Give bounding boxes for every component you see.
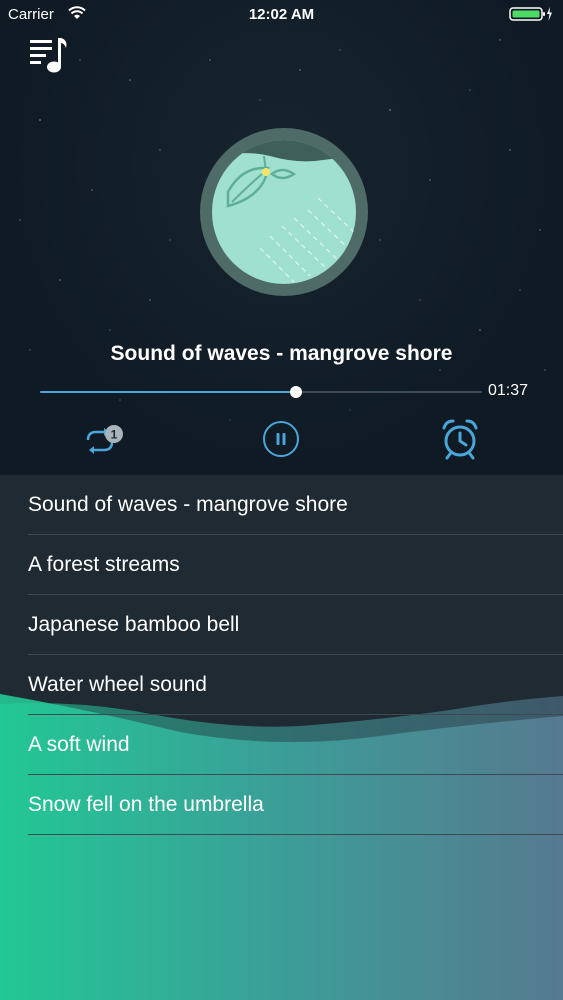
track-item-3[interactable]: Japanese bamboo bell [28,595,563,655]
progress-slider[interactable] [40,385,482,399]
progress-knob[interactable] [290,386,303,398]
pause-button[interactable] [262,420,300,458]
repeat-count-badge: 1 [111,428,118,442]
track-item-4[interactable]: Water wheel sound [28,655,563,715]
repeat-icon: 1 [86,425,123,454]
planet-artwork [200,128,368,296]
player-panel: Carrier 12:02 AM Sound of waves - mangro… [0,0,563,475]
pause-icon [263,421,299,457]
progress-fill [40,391,297,393]
track-item-2[interactable]: A forest streams [28,535,563,595]
battery-icon [509,6,553,26]
elapsed-time: 01:37 [488,382,529,399]
status-time: 12:02 AM [248,6,315,23]
now-playing-title: Sound of waves - mangrove shore [110,342,453,365]
alarm-clock-icon [442,419,478,460]
sleep-timer-button[interactable] [440,418,480,460]
track-item-1[interactable]: Sound of waves - mangrove shore [28,475,563,535]
track-list-panel: Sound of waves - mangrove shore A forest… [0,475,563,1000]
track-item-5[interactable]: A soft wind [28,715,563,775]
repeat-button[interactable]: 1 [82,422,126,458]
track-item-6[interactable]: Snow fell on the umbrella [28,775,563,835]
track-list: Sound of waves - mangrove shore A forest… [0,475,563,835]
status-bar: Carrier 12:02 AM [0,0,563,30]
playlist-button[interactable] [28,36,70,76]
playlist-music-icon [30,38,67,73]
